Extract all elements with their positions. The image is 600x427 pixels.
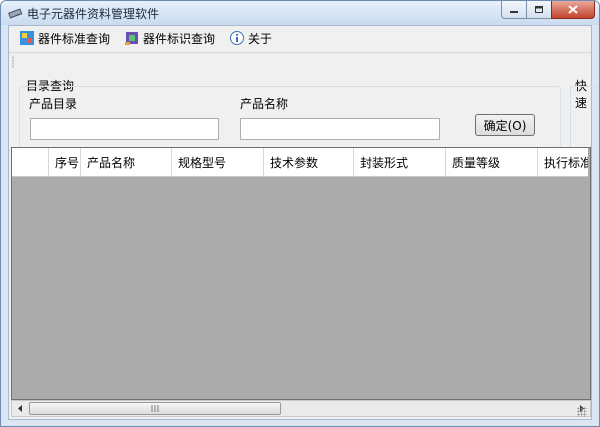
- quick-query-group: [570, 86, 599, 147]
- row-header-corner: [12, 148, 49, 176]
- menu-item-about[interactable]: 关于: [225, 28, 276, 49]
- title-bar: 电子元器件资料管理软件: [1, 1, 599, 25]
- chip-icon: [125, 32, 139, 45]
- maximize-button[interactable]: [526, 1, 552, 19]
- column-header[interactable]: 产品名称: [81, 148, 172, 176]
- menu-bar: 器件标准查询 器件标识查询 关于: [9, 26, 591, 50]
- product-name-input[interactable]: [240, 118, 440, 140]
- resize-grip[interactable]: [577, 407, 587, 417]
- close-button[interactable]: [551, 1, 595, 19]
- column-header[interactable]: 规格型号: [172, 148, 264, 176]
- scroll-left-button[interactable]: [12, 401, 28, 416]
- close-icon: [568, 5, 578, 14]
- grip-icon: [151, 405, 159, 412]
- confirm-button-label: 确定(O): [483, 118, 527, 133]
- column-header[interactable]: 技术参数: [264, 148, 354, 176]
- menu-item-marking-query[interactable]: 器件标识查询: [120, 28, 219, 49]
- results-grid[interactable]: 序号 产品名称 规格型号 技术参数 封装形式 质量等级 执行标准: [11, 147, 591, 400]
- database-icon: [20, 31, 34, 45]
- scrollbar-thumb[interactable]: [29, 402, 281, 415]
- horizontal-scrollbar[interactable]: [11, 400, 591, 417]
- status-bar: [9, 417, 591, 419]
- menu-label: 关于: [248, 31, 273, 46]
- product-name-field-label: 产品名称: [240, 97, 289, 111]
- window-title: 电子元器件资料管理软件: [27, 7, 160, 21]
- arrow-left-icon: [18, 405, 22, 412]
- menu-item-standard-query[interactable]: 器件标准查询: [15, 28, 114, 49]
- menu-label: 器件标识查询: [143, 31, 216, 46]
- grid-header: 序号 产品名称 规格型号 技术参数 封装形式 质量等级 执行标准: [12, 148, 588, 177]
- confirm-button[interactable]: 确定(O): [475, 114, 535, 136]
- catalog-input[interactable]: [30, 118, 219, 140]
- toolbar-strip: [9, 52, 591, 68]
- minimize-icon: [510, 10, 518, 13]
- column-header[interactable]: 序号: [49, 148, 81, 176]
- column-header[interactable]: 封装形式: [354, 148, 446, 176]
- info-icon: [230, 31, 245, 45]
- menu-label: 器件标准查询: [38, 31, 111, 46]
- main-window: 电子元器件资料管理软件 器件标准查询 器件标识查询 关于 目录查询 快速 产品目…: [0, 0, 600, 427]
- app-icon: [8, 8, 23, 19]
- client-area: 器件标准查询 器件标识查询 关于 目录查询 快速 产品目录 产品名称 确定(O)…: [8, 25, 599, 420]
- maximize-icon: [535, 6, 543, 13]
- caption-buttons: [501, 1, 595, 19]
- minimize-button[interactable]: [501, 1, 527, 19]
- toolbar-grip-handle[interactable]: [12, 56, 14, 68]
- column-header[interactable]: 质量等级: [446, 148, 538, 176]
- catalog-field-label: 产品目录: [29, 97, 78, 111]
- column-header[interactable]: 执行标准: [538, 148, 588, 176]
